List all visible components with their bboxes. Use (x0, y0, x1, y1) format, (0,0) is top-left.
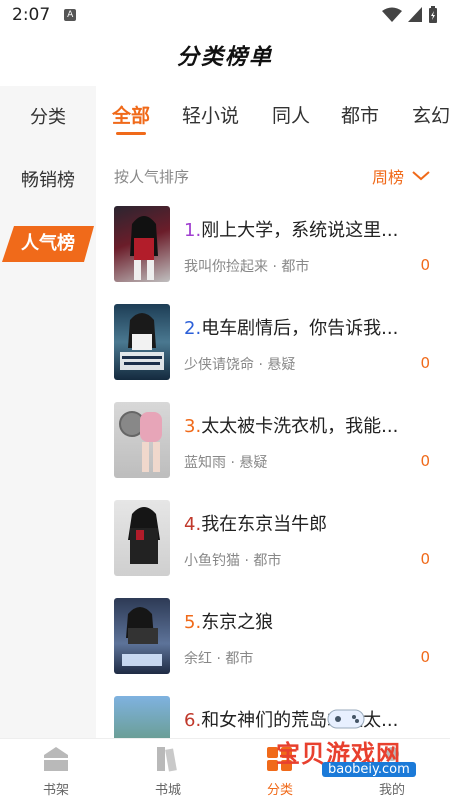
book-title: 1.刚上大学，系统说这里... (184, 220, 399, 241)
book-item[interactable]: 5.东京之狼 余红 · 都市 0 (96, 592, 450, 690)
book-cover (114, 206, 170, 282)
nav-bookshelf[interactable]: 书架 (16, 745, 96, 798)
book-cover (114, 304, 170, 380)
period-label: 周榜 (371, 168, 404, 187)
book-item[interactable]: 1.刚上大学，系统说这里... 我叫你捡起来 · 都市 0 (96, 200, 450, 298)
tab-light-novel[interactable]: 轻小说 (182, 101, 239, 128)
status-bar: 2:07 A (0, 0, 450, 30)
book-count: 0 (420, 452, 430, 470)
book-meta: 蓝知雨 · 悬疑 (184, 455, 268, 471)
book-meta: 小鱼钓猫 · 都市 (184, 553, 282, 569)
book-rank: 5. (184, 612, 202, 633)
genre-tabs: 全部 轻小说 同人 都市 玄幻 (96, 86, 450, 146)
battery-icon (429, 6, 437, 23)
book-meta: 余红 · 都市 (184, 651, 254, 667)
tab-fantasy[interactable]: 玄幻 (412, 101, 450, 128)
period-dropdown[interactable]: 周榜 (372, 164, 430, 188)
signal-icon (408, 7, 422, 22)
tab-urban[interactable]: 都市 (341, 101, 379, 128)
bookshelf-icon (44, 747, 68, 771)
book-list: 1.刚上大学，系统说这里... 我叫你捡起来 · 都市 0 2.电车剧情后，你告… (96, 200, 450, 738)
book-rank: 6. (184, 710, 202, 731)
book-title: 5.东京之狼 (184, 612, 274, 633)
notification-icon: A (64, 9, 77, 21)
active-tab-indicator (116, 132, 146, 135)
book-count: 0 (420, 256, 430, 274)
book-meta: 我叫你捡起来 · 都市 (184, 259, 310, 275)
book-item[interactable]: 2.电车剧情后，你告诉我... 少侠请饶命 · 悬疑 0 (96, 298, 450, 396)
watermark: 宝贝游戏网 baobeiy.com (266, 706, 450, 786)
nav-bookstore[interactable]: 书城 (128, 745, 208, 798)
sidebar-item-category[interactable]: 分类 (0, 98, 96, 138)
book-count: 0 (420, 648, 430, 666)
book-cover (114, 696, 170, 738)
sidebar: 分类 畅销榜 人气榜 (0, 86, 96, 738)
sort-row: 按人气排序 周榜 (96, 160, 450, 192)
nav-label: 书城 (154, 783, 181, 798)
book-meta: 少侠请饶命 · 悬疑 (184, 357, 296, 373)
book-cover (114, 402, 170, 478)
book-rank: 3. (184, 416, 202, 437)
book-title: 2.电车剧情后，你告诉我... (184, 318, 399, 339)
book-count: 0 (420, 354, 430, 372)
gamepad-icon (327, 709, 365, 729)
book-rank: 4. (184, 514, 202, 535)
book-rank: 1. (184, 220, 202, 241)
book-cover (114, 598, 170, 674)
bookstore-icon (157, 747, 177, 772)
book-title: 4.我在东京当牛郎 (184, 514, 328, 535)
watermark-url: baobeiy.com (322, 762, 416, 777)
sidebar-item-popular[interactable]: 人气榜 (2, 226, 94, 262)
page-title: 分类榜单 (176, 45, 273, 70)
book-cover (114, 500, 170, 576)
tab-fan-fiction[interactable]: 同人 (272, 101, 310, 128)
sidebar-item-bestseller[interactable]: 畅销榜 (0, 161, 96, 201)
book-item[interactable]: 3.太太被卡洗衣机，我能... 蓝知雨 · 悬疑 0 (96, 396, 450, 494)
book-title: 3.太太被卡洗衣机，我能... (184, 416, 399, 437)
nav-label: 书架 (42, 783, 69, 798)
tab-all[interactable]: 全部 (112, 101, 150, 128)
chevron-down-icon (412, 171, 430, 181)
sort-label: 按人气排序 (114, 168, 190, 186)
book-rank: 2. (184, 318, 202, 339)
wifi-icon (382, 7, 402, 22)
book-item[interactable]: 4.我在东京当牛郎 小鱼钓猫 · 都市 0 (96, 494, 450, 592)
status-time: 2:07 (12, 5, 51, 25)
book-count: 0 (420, 550, 430, 568)
